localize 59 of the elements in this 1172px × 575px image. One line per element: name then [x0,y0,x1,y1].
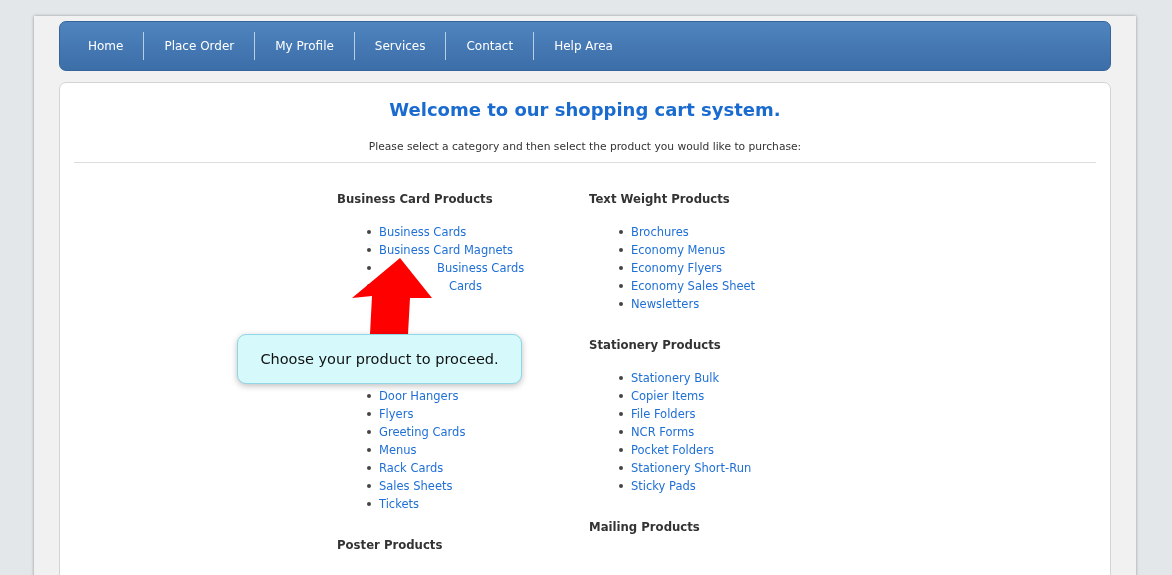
product-link[interactable]: NCR Forms [631,423,695,441]
category-heading: Stationery Products [589,337,722,353]
bullet-icon [367,484,371,488]
bullet-icon [367,230,371,234]
product-link[interactable]: Sticky Pads [631,477,696,495]
bullet-icon [367,248,371,252]
product-link[interactable]: Stationery Bulk [631,369,720,387]
nav-link[interactable]: Help Area [533,32,633,60]
nav-link[interactable]: Services [353,32,446,60]
nav-link[interactable]: Contact [445,32,534,60]
bullet-icon [619,248,623,252]
product-link[interactable]: File Folders [631,405,696,423]
nav-link[interactable]: My Profile [254,32,354,60]
product-link[interactable]: Economy Sales Sheet [631,277,756,295]
bullet-icon [619,284,623,288]
product-link[interactable]: Economy Menus [631,241,726,259]
product-link[interactable]: Business Cards [437,259,525,277]
product-link[interactable]: Greeting Cards [379,423,466,441]
bullet-icon [367,448,371,452]
bullet-icon [367,502,371,506]
category-heading: Text Weight Products [589,191,731,207]
bullet-icon [367,412,371,416]
product-link[interactable]: Cards [449,277,482,295]
bullet-icon [619,302,623,306]
nav-link[interactable]: Place Order [143,32,255,60]
bullet-icon [367,266,371,270]
bullet-icon [619,266,623,270]
bullet-icon [619,484,623,488]
bullet-icon [619,376,623,380]
bullet-icon [619,448,623,452]
product-link[interactable]: Business Cards [379,223,467,241]
bullet-icon [367,394,371,398]
bullet-icon [367,466,371,470]
product-link[interactable]: Economy Flyers [631,259,723,277]
product-link[interactable]: Brochures [631,223,689,241]
nav-link[interactable]: Home [68,32,144,60]
product-link[interactable]: Business Card Magnets [379,241,514,259]
bullet-icon [367,430,371,434]
bullet-icon [619,466,623,470]
product-link[interactable]: Tickets [379,495,419,513]
product-link[interactable]: Door Hangers [379,387,459,405]
intro-text: Please select a category and then select the product you would like to purchase: [367,140,803,153]
category-heading: Mailing Products [589,519,701,535]
bullet-icon [619,412,623,416]
product-link[interactable]: Flyers [379,405,414,423]
product-link[interactable]: Menus [379,441,417,459]
tooltip-callout: Choose your product to proceed. [237,334,522,384]
product-link[interactable]: Stationery Short-Run [631,459,752,477]
product-link[interactable]: Rack Cards [379,459,444,477]
bullet-icon [619,394,623,398]
product-link[interactable]: Newsletters [631,295,700,313]
product-link[interactable]: Sales Sheets [379,477,453,495]
bullet-icon [619,230,623,234]
category-heading: Business Card Products [337,191,494,207]
page-title: Welcome to our shopping cart system. [388,99,782,120]
product-link[interactable]: Copier Items [631,387,705,405]
product-link[interactable]: Pocket Folders [631,441,714,459]
bullet-icon [619,430,623,434]
category-heading: Poster Products [337,537,444,553]
